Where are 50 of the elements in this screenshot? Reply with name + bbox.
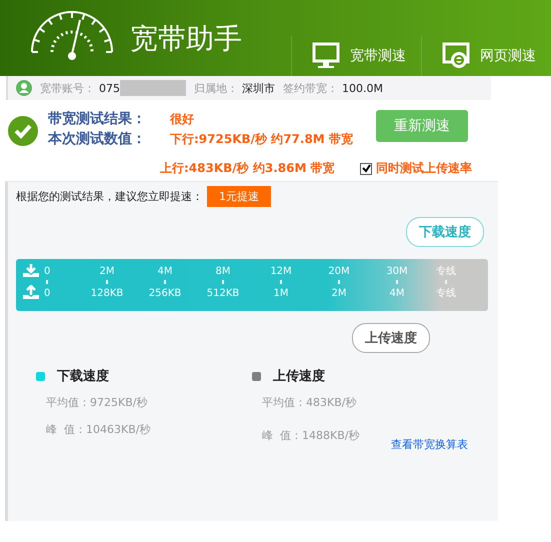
checkbox-label: 同时测试上传速率 bbox=[376, 160, 472, 177]
account-label: 宽带账号： bbox=[40, 80, 95, 96]
result-label: 带宽测试结果： bbox=[48, 110, 147, 128]
peak-value: 峰 值：10463KB/秒 bbox=[46, 422, 152, 437]
region-value: 深圳市 bbox=[242, 80, 275, 96]
average-value: 平均值：483KB/秒 bbox=[262, 395, 358, 410]
scale-label: 256KB bbox=[148, 288, 182, 298]
scale-label: 专线 bbox=[435, 264, 457, 278]
upload-speed-tag: 上传速度 bbox=[352, 323, 430, 353]
legend-title: 下载速度 bbox=[57, 368, 109, 385]
scale-label: 20M bbox=[327, 266, 351, 276]
download-result: 下行:9725KB/秒 约77.8M 带宽 bbox=[170, 130, 353, 148]
conversion-table-link[interactable]: 查看带宽换算表 bbox=[391, 437, 468, 452]
region-label: 归属地： bbox=[194, 80, 238, 96]
bandwidth-label: 签约带宽： bbox=[283, 80, 338, 96]
scale-label: 128KB bbox=[90, 288, 124, 298]
average-value: 平均值：9725KB/秒 bbox=[46, 395, 148, 410]
checkmark-icon bbox=[362, 164, 370, 173]
scale-label: 12M bbox=[269, 266, 293, 276]
upload-icon bbox=[22, 285, 40, 301]
monitor-icon bbox=[312, 42, 340, 70]
scale-label: 0 bbox=[44, 288, 52, 298]
scale-label: 专线 bbox=[435, 286, 457, 300]
scale-label: 30M bbox=[385, 266, 409, 276]
legend-title: 上传速度 bbox=[273, 368, 325, 385]
download-speed-tag: 下载速度 bbox=[406, 217, 484, 247]
scale-label: 2M bbox=[330, 288, 348, 298]
upload-result: 上行:483KB/秒 约3.86M 带宽 bbox=[160, 160, 335, 177]
peak-value: 峰 值：1488KB/秒 bbox=[262, 428, 360, 443]
scale-label: 0 bbox=[44, 266, 52, 276]
bandwidth-value: 100.0M bbox=[342, 82, 383, 94]
result-value: 很好 bbox=[170, 110, 195, 128]
account-value: 075 bbox=[99, 82, 120, 94]
redaction-bar bbox=[120, 80, 186, 96]
checkbox[interactable] bbox=[360, 162, 372, 174]
speedup-button[interactable]: 1元提速 bbox=[207, 186, 271, 207]
scale-label: 4M bbox=[388, 288, 406, 298]
browser-icon bbox=[442, 42, 470, 70]
value-label: 本次测试数值： bbox=[48, 130, 147, 148]
scale-label: 8M bbox=[214, 266, 232, 276]
user-icon bbox=[16, 80, 32, 96]
retest-button[interactable]: 重新测速 bbox=[376, 110, 468, 142]
check-icon bbox=[8, 116, 38, 146]
download-icon bbox=[22, 263, 40, 279]
suggestion-text: 根据您的测试结果，建议您立即提速： bbox=[16, 189, 203, 204]
scale-label: 4M bbox=[156, 266, 174, 276]
app-title: 宽带助手 bbox=[130, 21, 242, 57]
scale-label: 1M bbox=[272, 288, 290, 298]
scale-label: 2M bbox=[98, 266, 116, 276]
scale-label: 512KB bbox=[206, 288, 240, 298]
